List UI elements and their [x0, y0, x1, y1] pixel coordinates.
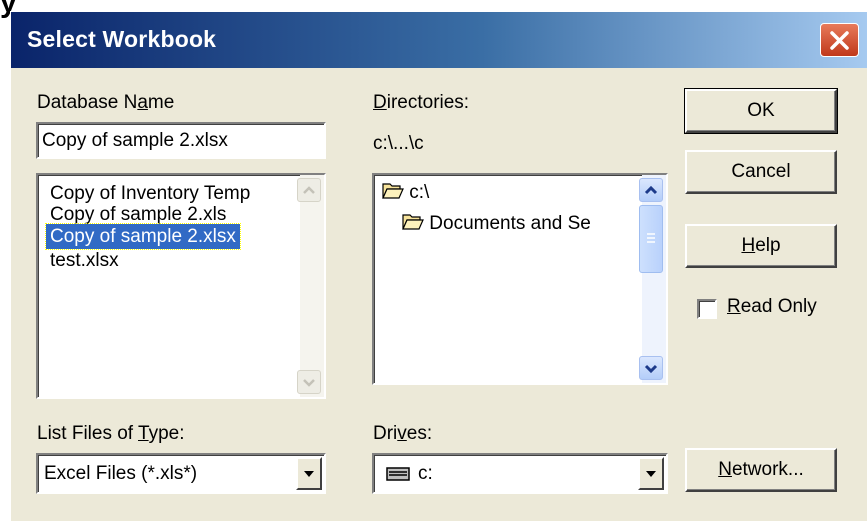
file-type-value: Excel Files (*.xls*) — [44, 463, 198, 484]
chevron-down-icon — [644, 364, 658, 374]
close-button[interactable] — [820, 23, 859, 57]
directory-list-scrollbar[interactable] — [639, 175, 666, 383]
database-file-list[interactable]: Copy of Inventory Temp Copy of sample 2.… — [36, 173, 326, 399]
close-icon — [830, 31, 849, 50]
read-only-checkbox[interactable] — [697, 299, 717, 319]
chevron-down-icon — [646, 471, 656, 477]
folder-open-icon — [382, 183, 404, 199]
title-bar[interactable]: Select Workbook — [11, 12, 867, 68]
dialog-title: Select Workbook — [27, 26, 217, 52]
scroll-down-button[interactable] — [639, 356, 663, 380]
directories-label: Directories: — [373, 92, 470, 113]
help-button[interactable]: Help — [685, 224, 837, 268]
file-list-scrollbar[interactable] — [297, 175, 324, 397]
scroll-down-button[interactable] — [297, 370, 321, 394]
directory-item-documents[interactable]: Documents and Se — [402, 213, 591, 235]
chevron-up-icon — [644, 185, 658, 195]
list-item-selected[interactable]: Copy of sample 2.xlsx — [45, 223, 241, 250]
cancel-button[interactable]: Cancel — [685, 150, 837, 194]
ok-button[interactable]: OK — [684, 88, 838, 134]
drives-label: Drives: — [373, 423, 433, 444]
drives-dropdown[interactable]: c: — [372, 453, 668, 494]
list-item[interactable]: test.xlsx — [46, 248, 123, 273]
file-type-label: List Files of Type: — [37, 423, 185, 444]
grip-icon — [647, 233, 655, 243]
chevron-up-icon — [303, 186, 315, 194]
directory-item-root[interactable]: c:\ — [382, 182, 429, 204]
drives-dropdown-button[interactable] — [638, 457, 664, 490]
chevron-down-icon — [304, 471, 314, 477]
select-workbook-dialog: Select Workbook Database Name Copy of sa… — [10, 11, 867, 521]
drives-value: c: — [418, 463, 433, 484]
chevron-down-icon — [303, 379, 315, 387]
network-button[interactable]: Network... — [685, 448, 837, 492]
current-directory-path: c:\...\c — [373, 133, 424, 154]
directory-list[interactable]: c:\ Documents and Se — [372, 173, 668, 385]
database-name-input[interactable]: Copy of sample 2.xlsx — [36, 122, 326, 159]
file-type-dropdown-button[interactable] — [296, 457, 322, 490]
hard-drive-icon — [386, 467, 410, 481]
file-type-dropdown[interactable]: Excel Files (*.xls*) — [36, 453, 326, 494]
scroll-up-button[interactable] — [297, 178, 321, 202]
scroll-thumb[interactable] — [639, 205, 663, 273]
database-name-label: Database Name — [37, 92, 175, 113]
scroll-up-button[interactable] — [639, 178, 663, 202]
read-only-label[interactable]: Read Only — [727, 296, 817, 318]
folder-open-icon — [402, 214, 424, 230]
